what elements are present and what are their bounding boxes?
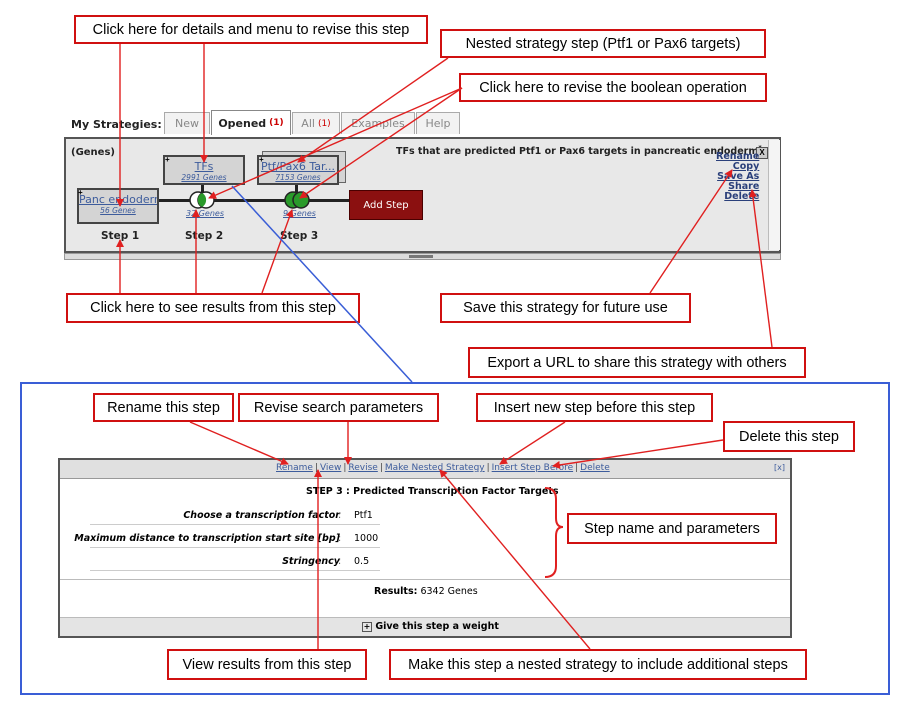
strategy-title[interactable]: TFs that are predicted Ptf1 or Pax6 targ… xyxy=(396,144,762,157)
step-3-box[interactable]: Ptf/Pax6 Tar... 7153 Genes xyxy=(257,155,339,185)
step-3-name[interactable]: Ptf/Pax6 Tar... xyxy=(259,160,337,173)
callout-step-name-params: Step name and parameters xyxy=(567,513,777,544)
my-strategies-label: My Strategies: xyxy=(71,118,162,131)
param-value: 1000 xyxy=(354,533,379,544)
tab-new-label: New xyxy=(175,117,199,130)
callout-make-nested: Make this step a nested strategy to incl… xyxy=(389,649,807,680)
tab-examples-label: Examples xyxy=(351,117,405,130)
detail-close-icon[interactable]: [x] xyxy=(774,463,785,472)
param-row: Maximum distance to transcription start … xyxy=(74,529,340,547)
callout-delete-step: Delete this step xyxy=(723,421,855,452)
strategy-title-text: TFs that are predicted Ptf1 or Pax6 targ… xyxy=(396,146,759,158)
detail-view-link[interactable]: View xyxy=(320,463,341,473)
tab-opened[interactable]: Opened (1) xyxy=(211,110,291,135)
callout-save-strategy: Save this strategy for future use xyxy=(440,293,691,323)
step-2-label: Step 2 xyxy=(185,230,224,242)
param-divider xyxy=(90,547,380,548)
param-row: Choose a transcription factor xyxy=(92,506,340,524)
panel-scrollbar[interactable] xyxy=(768,140,780,250)
step-3-expand-icon[interactable]: + xyxy=(259,155,264,164)
record-type: (Genes) xyxy=(71,147,115,158)
boolean-op-2-icon[interactable] xyxy=(186,190,218,210)
step-2-expand-icon[interactable]: + xyxy=(165,155,170,164)
step-2-result-link[interactable]: 32 Genes xyxy=(186,209,224,218)
callout-nested-step: Nested strategy step (Ptf1 or Pax6 targe… xyxy=(440,29,766,58)
step-1-count[interactable]: 56 Genes xyxy=(79,206,157,215)
param-row: Stringency xyxy=(92,552,340,570)
callout-view-results: View results from this step xyxy=(167,649,367,680)
tab-new[interactable]: New xyxy=(164,112,210,134)
step-3-result-link[interactable]: 9 Genes xyxy=(283,209,316,218)
param-label: Stringency xyxy=(282,556,340,567)
step-1-expand-icon[interactable]: + xyxy=(78,188,83,197)
callout-rename-step: Rename this step xyxy=(93,393,234,422)
tab-all-count: (1) xyxy=(317,118,331,129)
add-step-button[interactable]: Add Step xyxy=(349,190,423,220)
param-divider xyxy=(90,570,380,571)
resize-grip-icon xyxy=(409,255,433,258)
step-1-label: Step 1 xyxy=(101,230,140,242)
detail-delete-link[interactable]: Delete xyxy=(580,463,610,473)
weight-label: Give this step a weight xyxy=(375,621,499,632)
step-2-name[interactable]: TFs xyxy=(165,160,243,173)
param-value: 0.5 xyxy=(354,556,370,567)
step-2-box[interactable]: TFs 2991 Genes xyxy=(163,155,245,185)
param-label: Choose a transcription factor xyxy=(183,510,340,521)
step-detail-menu: Rename | View | Revise | Make Nested Strategy |… xyxy=(276,463,610,473)
param-divider xyxy=(90,524,380,525)
step-detail-title: STEP 3 : Predicted Transcription Factor … xyxy=(306,486,559,497)
delete-strategy-link[interactable]: Delete xyxy=(716,192,759,202)
step-3-count[interactable]: 7153 Genes xyxy=(259,173,337,182)
tab-all-label: All xyxy=(301,117,315,130)
callout-boolean-op: Click here to revise the boolean operati… xyxy=(459,73,767,102)
expand-weight-icon[interactable]: + xyxy=(362,622,372,632)
results-value: 6342 Genes xyxy=(420,586,478,597)
callout-insert-before: Insert new step before this step xyxy=(476,393,713,422)
callout-revise-params: Revise search parameters xyxy=(238,393,439,422)
param-label: Maximum distance to transcription start … xyxy=(74,533,340,544)
panel-resize-handle[interactable] xyxy=(64,253,781,260)
tab-help[interactable]: Help xyxy=(416,112,460,134)
callout-details-menu: Click here for details and menu to revis… xyxy=(74,15,428,44)
tab-opened-count: (1) xyxy=(269,118,284,128)
step-results: Results: 6342 Genes xyxy=(374,586,478,597)
param-value: Ptf1 xyxy=(354,510,373,521)
results-label: Results: xyxy=(374,586,418,597)
boolean-op-3-icon[interactable] xyxy=(281,190,313,210)
weight-toggle[interactable]: + Give this step a weight xyxy=(362,621,499,632)
weight-bar[interactable]: + Give this step a weight xyxy=(60,617,790,636)
tab-all[interactable]: All (1) xyxy=(292,112,340,134)
step-1-box[interactable]: Panc endoderm 56 Genes xyxy=(77,188,159,224)
callout-export-url: Export a URL to share this strategy with… xyxy=(468,347,806,378)
step-detail-panel: Rename | View | Revise | Make Nested Strategy |… xyxy=(58,458,792,638)
step-1-name[interactable]: Panc endoderm xyxy=(79,193,157,206)
results-divider xyxy=(60,579,790,580)
tab-examples[interactable]: Examples xyxy=(341,112,415,134)
tab-opened-label: Opened xyxy=(218,116,267,130)
detail-make-nested-link[interactable]: Make Nested Strategy xyxy=(385,463,485,473)
callout-see-results: Click here to see results from this step xyxy=(66,293,360,323)
step-2-count[interactable]: 2991 Genes xyxy=(165,173,243,182)
detail-insert-before-link[interactable]: Insert Step Before xyxy=(492,463,573,473)
step-detail-header: Rename | View | Revise | Make Nested Strategy |… xyxy=(60,460,790,479)
step-3-label: Step 3 xyxy=(280,230,319,242)
detail-rename-link[interactable]: Rename xyxy=(276,463,313,473)
tab-help-label: Help xyxy=(425,117,451,130)
detail-revise-link[interactable]: Revise xyxy=(348,463,377,473)
strategy-actions: Rename Copy Save As Share Delete xyxy=(716,152,759,202)
